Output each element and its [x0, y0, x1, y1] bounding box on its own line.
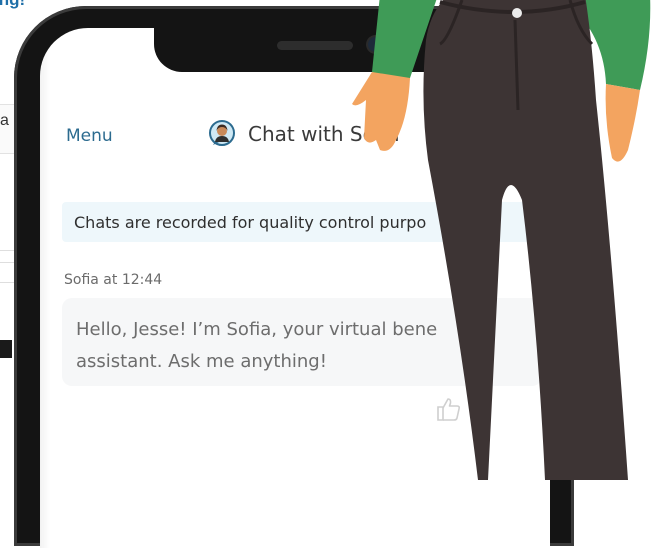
phone-notch — [154, 28, 472, 72]
message-bubble: Hello, Jesse! I’m Sofia, your virtual be… — [62, 298, 542, 386]
menu-button[interactable]: Menu — [66, 126, 113, 146]
recording-notice: Chats are recorded for quality control p… — [62, 202, 542, 242]
header-right-fragment[interactable]: e — [516, 126, 526, 146]
speaker-grille — [277, 41, 353, 50]
background-bar — [0, 340, 12, 358]
phone-screen: Menu Chat with Sofia e Chats are recorde… — [40, 28, 550, 548]
background-panel-text: a — [0, 112, 9, 129]
message-sender-time: Sofia at 12:44 — [64, 272, 163, 288]
chat-header: Chat with Sofia — [208, 120, 400, 148]
chat-title: Chat with Sofia — [248, 122, 400, 146]
front-camera — [368, 37, 383, 52]
sofia-avatar-icon — [209, 120, 235, 146]
right-hand — [605, 84, 640, 162]
background-link-fragment[interactable]: ing! — [0, 0, 25, 10]
message-line: assistant. Ask me anything! — [76, 351, 327, 372]
message-line: Hello, Jesse! I’m Sofia, your virtual be… — [76, 319, 438, 340]
thumbs-up-icon[interactable] — [436, 396, 462, 422]
screen-shade — [40, 28, 50, 548]
phone-device: Menu Chat with Sofia e Chats are recorde… — [14, 6, 574, 548]
